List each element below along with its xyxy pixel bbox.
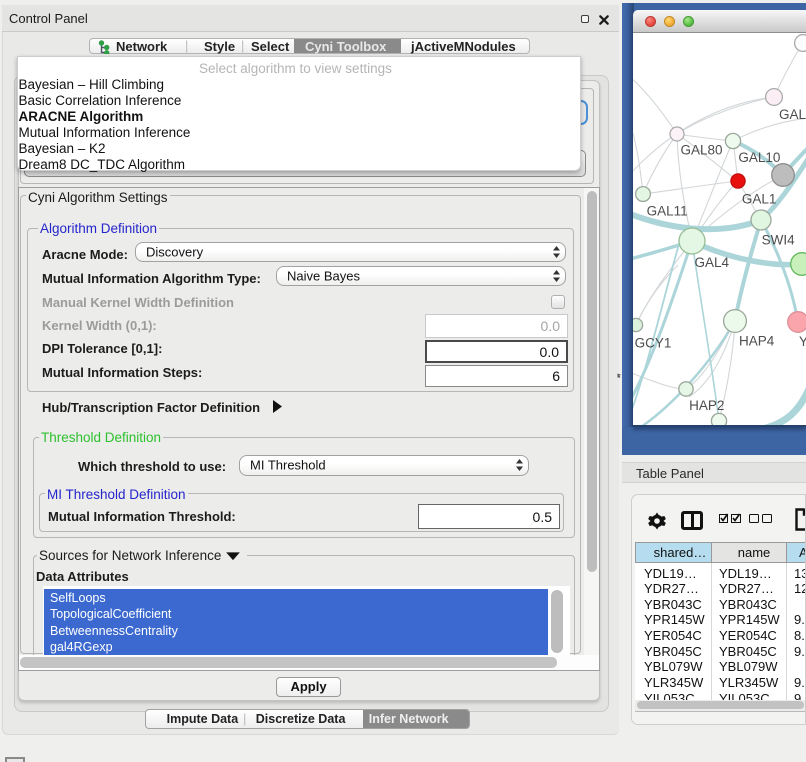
svg-text:GAL80: GAL80 <box>680 143 722 158</box>
svg-text:GAL7: GAL7 <box>779 107 806 122</box>
svg-text:GAL4: GAL4 <box>695 255 730 270</box>
svg-text:GAL11: GAL11 <box>647 204 688 219</box>
svg-text:GAL10: GAL10 <box>738 150 780 165</box>
svg-text:GAL1: GAL1 <box>742 192 777 207</box>
svg-text:GCY1: GCY1 <box>635 336 672 351</box>
svg-text:SWI4: SWI4 <box>762 233 795 248</box>
svg-text:HAP4: HAP4 <box>739 334 775 349</box>
svg-text:Y: Y <box>799 334 806 349</box>
svg-text:HAP2: HAP2 <box>689 398 724 413</box>
